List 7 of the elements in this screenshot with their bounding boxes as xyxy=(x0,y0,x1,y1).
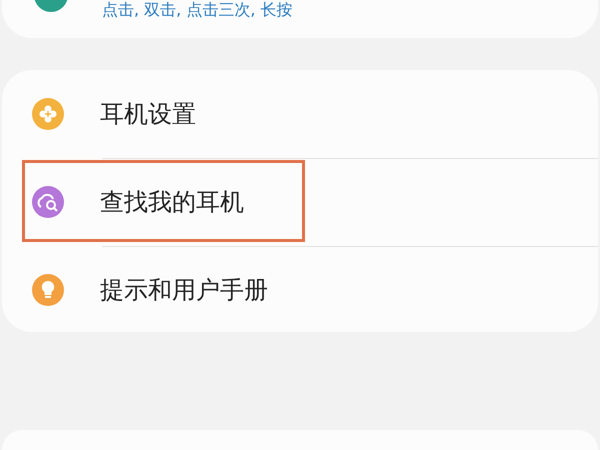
lightbulb-icon xyxy=(32,274,64,306)
search-icon xyxy=(32,186,64,218)
menu-item[interactable]: 提示和用户手册 xyxy=(100,275,268,305)
menu-item[interactable]: 查找我的耳机 xyxy=(100,187,244,217)
menu-item[interactable]: 耳机设置 xyxy=(100,99,196,129)
gear-icon xyxy=(32,98,64,130)
gesture-subtitle: 点击, 双击, 点击三次, 长按 xyxy=(102,0,293,20)
